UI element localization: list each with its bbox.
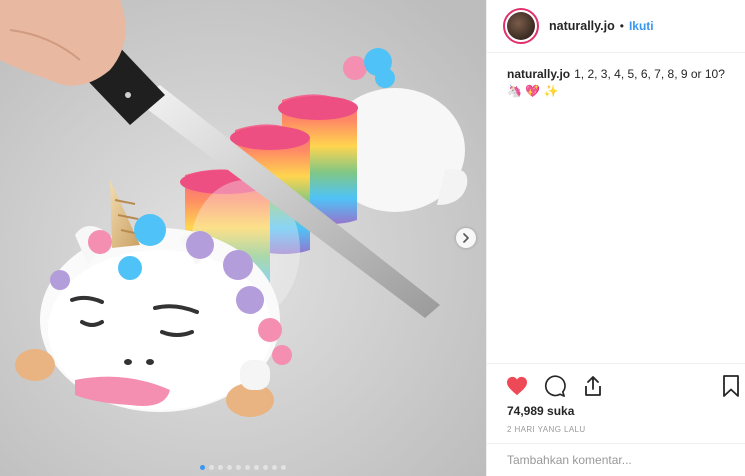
save-button[interactable] xyxy=(719,374,743,398)
avatar[interactable] xyxy=(503,8,539,44)
share-icon xyxy=(585,376,601,396)
separator-dot: • xyxy=(619,19,624,33)
post-media[interactable] xyxy=(0,0,486,476)
bookmark-icon xyxy=(723,375,739,397)
carousel-dot xyxy=(227,465,232,470)
caption: naturally.jo 1, 2, 3, 4, 5, 6, 7, 8, 9 or… xyxy=(507,66,735,100)
follow-button[interactable]: Ikuti xyxy=(629,19,654,33)
username-link[interactable]: naturally.jo xyxy=(549,19,615,33)
caption-username-link[interactable]: naturally.jo xyxy=(507,67,570,81)
carousel-indicator xyxy=(0,465,486,470)
next-image-button[interactable] xyxy=(456,228,476,248)
comment-button[interactable] xyxy=(543,374,567,398)
comment-form xyxy=(487,443,745,476)
carousel-dot xyxy=(272,465,277,470)
comment-icon xyxy=(544,375,566,397)
carousel-dot xyxy=(209,465,214,470)
action-bar xyxy=(487,363,745,397)
like-button[interactable] xyxy=(505,374,529,398)
post-header: naturally.jo • Ikuti xyxy=(487,0,745,53)
post-timestamp[interactable]: 2 HARI YANG LALU xyxy=(507,425,586,434)
carousel-dot xyxy=(236,465,241,470)
carousel-dot xyxy=(254,465,259,470)
post-image xyxy=(0,0,486,476)
carousel-dot xyxy=(245,465,250,470)
carousel-dot xyxy=(200,465,205,470)
share-button[interactable] xyxy=(581,374,605,398)
like-count[interactable]: 74,989 suka xyxy=(507,404,574,418)
post-sidebar: naturally.jo • Ikuti naturally.jo 1, 2, 3… xyxy=(486,0,745,476)
instagram-post: naturally.jo • Ikuti naturally.jo 1, 2, 3… xyxy=(0,0,745,476)
chevron-right-icon xyxy=(463,233,469,243)
heart-icon xyxy=(507,376,527,396)
carousel-dot xyxy=(263,465,268,470)
carousel-dot xyxy=(218,465,223,470)
carousel-dot xyxy=(281,465,286,470)
comment-input[interactable] xyxy=(507,453,727,467)
